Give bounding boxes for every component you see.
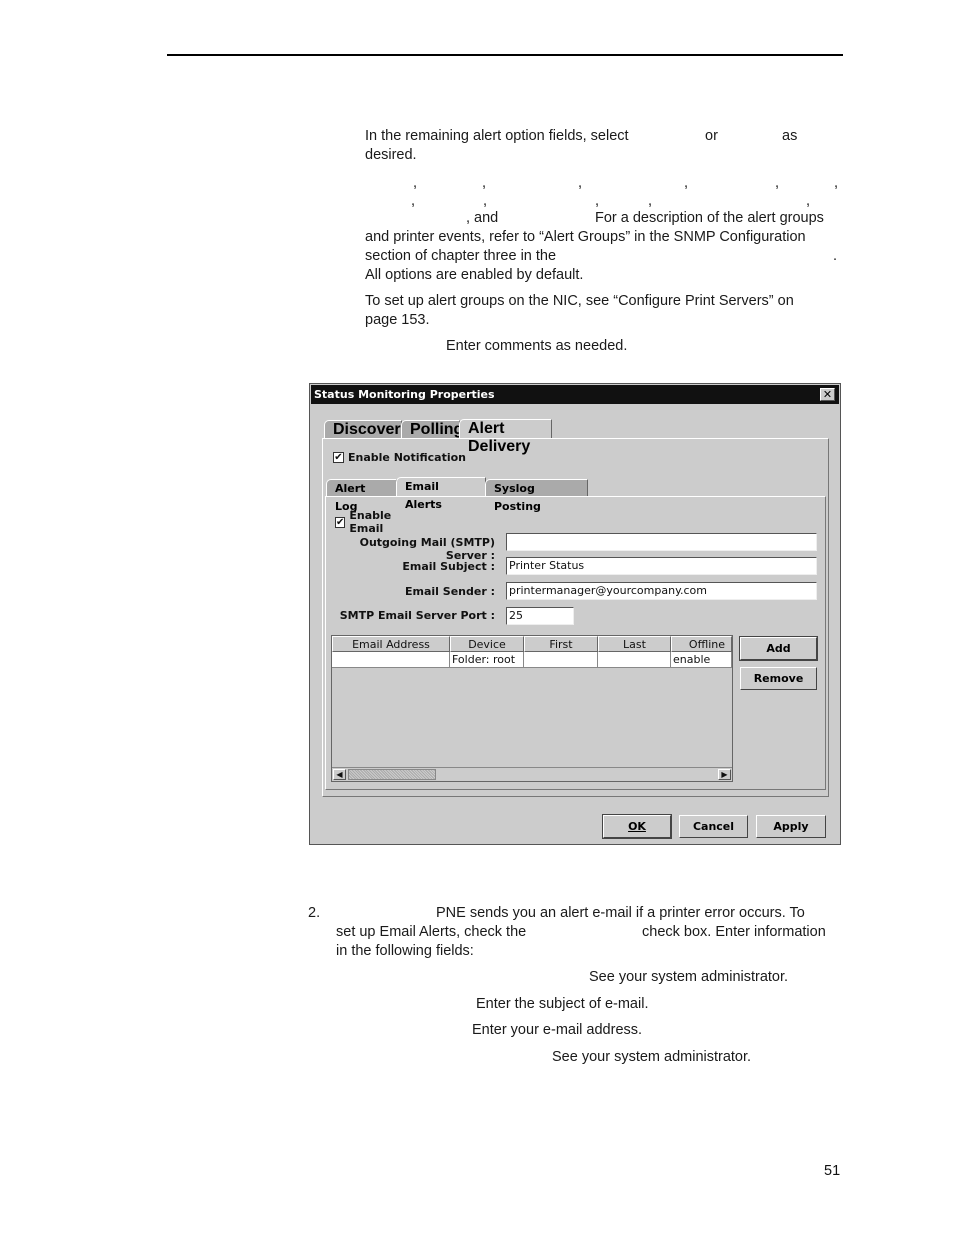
- horizontal-scrollbar[interactable]: ◀ ▶: [332, 767, 732, 781]
- page-number: 51: [824, 1163, 841, 1179]
- email-recipients-table: Email Address Device First Last Offline …: [331, 635, 733, 782]
- cell-device: Folder: root: [450, 652, 524, 668]
- enable-email-checkbox[interactable]: ✔ Enable Email: [335, 509, 392, 535]
- para-nic-1: To set up alert groups on the NIC, see “…: [365, 293, 794, 309]
- enable-notification-label: Enable Notification: [348, 451, 467, 464]
- dialog-titlebar: Status Monitoring Properties ✕: [311, 385, 839, 404]
- para-select-options: In the remaining alert option fields, se…: [365, 128, 629, 144]
- step2-line-1: PNE sends you an alert e-mail if a print…: [436, 905, 805, 921]
- para-select-desired: desired.: [365, 147, 417, 163]
- smtp-port-input[interactable]: 25: [506, 607, 574, 625]
- cell-last: [598, 652, 671, 668]
- para-desc-4: All options are enabled by default.: [365, 267, 584, 283]
- column-header-offline[interactable]: Offline: [671, 636, 732, 652]
- subtab-alert-log[interactable]: Alert Log: [326, 479, 397, 513]
- para-desc-1: For a description of the alert groups: [595, 210, 824, 226]
- column-header-first[interactable]: First: [524, 636, 598, 652]
- email-sender-input[interactable]: printermanager@yourcompany.com: [506, 582, 817, 600]
- apply-button[interactable]: Apply: [756, 815, 826, 838]
- field-desc-subject: Enter the subject of e-mail.: [476, 996, 649, 1012]
- para-nic-2: page 153.: [365, 312, 430, 328]
- cancel-button[interactable]: Cancel: [679, 815, 748, 838]
- para-select-or: or: [705, 128, 718, 144]
- enable-email-label: Enable Email: [349, 509, 392, 535]
- para-comments: Enter comments as needed.: [446, 338, 628, 354]
- column-header-last[interactable]: Last: [598, 636, 671, 652]
- step-number: 2.: [308, 905, 321, 921]
- close-icon[interactable]: ✕: [820, 388, 835, 401]
- cell-first: [524, 652, 598, 668]
- email-subject-input[interactable]: Printer Status: [506, 557, 817, 575]
- scroll-thumb[interactable]: [348, 769, 436, 780]
- tab-discovery[interactable]: Discovery: [324, 420, 410, 438]
- para-desc-3: section of chapter three in the: [365, 248, 557, 264]
- tab-alert-delivery[interactable]: Alert Delivery: [459, 419, 552, 455]
- step2-line-2a: set up Email Alerts, check the: [336, 924, 527, 940]
- step2-line-3: in the following fields:: [336, 943, 474, 959]
- scroll-left-icon[interactable]: ◀: [333, 769, 346, 780]
- smtp-port-label: SMTP Email Server Port :: [339, 609, 495, 622]
- email-subject-label: Email Subject :: [402, 560, 495, 573]
- para-desc-2: and printer events, refer to “Alert Grou…: [365, 229, 806, 245]
- para-select-as: as: [782, 128, 798, 144]
- remove-button[interactable]: Remove: [740, 667, 817, 690]
- checkmark-icon: ✔: [335, 516, 346, 528]
- para-list-and: , and: [466, 210, 499, 226]
- checkmark-icon: ✔: [333, 452, 344, 463]
- field-desc-smtp: See your system administrator.: [589, 969, 789, 985]
- column-header-email-address[interactable]: Email Address: [332, 636, 450, 652]
- field-desc-sender: Enter your e-mail address.: [472, 1022, 643, 1038]
- add-button[interactable]: Add: [739, 636, 818, 661]
- cell-offline: enable: [671, 652, 732, 668]
- step2-line-2b: check box. Enter information: [642, 924, 826, 940]
- subtab-syslog-posting[interactable]: Syslog Posting: [485, 479, 588, 513]
- tab-polling[interactable]: Polling: [401, 420, 463, 438]
- scroll-right-icon[interactable]: ▶: [718, 769, 731, 780]
- email-sender-label: Email Sender :: [405, 585, 495, 598]
- column-header-device[interactable]: Device: [450, 636, 524, 652]
- smtp-server-input[interactable]: [506, 533, 817, 551]
- field-desc-port: See your system administrator.: [552, 1049, 752, 1065]
- dialog-title: Status Monitoring Properties: [314, 388, 495, 401]
- smtp-server-label: Outgoing Mail (SMTP) Server :: [359, 536, 495, 562]
- enable-notification-checkbox[interactable]: ✔ Enable Notification: [333, 451, 466, 464]
- cell-email-address: [332, 652, 450, 668]
- subtab-email-alerts[interactable]: Email Alerts: [396, 477, 486, 511]
- ok-button[interactable]: OK: [602, 814, 672, 839]
- para-desc-3-end: .: [833, 248, 838, 264]
- header-rule: [167, 54, 843, 56]
